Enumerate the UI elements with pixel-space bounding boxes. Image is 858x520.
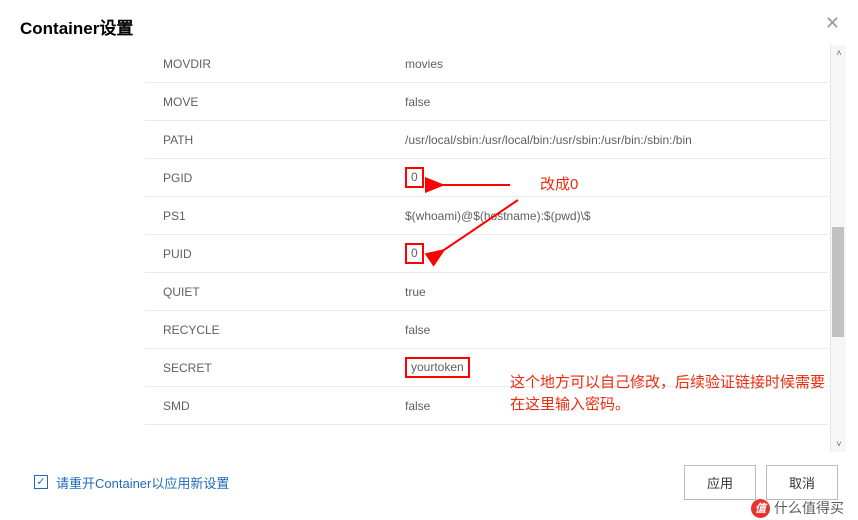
highlighted-value: yourtoken [405, 357, 470, 379]
env-value: $(whoami)@$(hostname):$(pwd)\$ [405, 209, 828, 223]
watermark: 值 什么值得买 [751, 498, 844, 518]
apply-button[interactable]: 应用 [684, 465, 756, 500]
env-value: false [405, 399, 828, 413]
watermark-text: 什么值得买 [774, 498, 844, 518]
env-key: PUID [145, 247, 405, 261]
table-row[interactable]: PGID 0 [145, 159, 828, 197]
env-value: 0 [405, 167, 828, 189]
env-value: /usr/local/sbin:/usr/local/bin:/usr/sbin… [405, 133, 828, 147]
table-row[interactable]: SECRET yourtoken [145, 349, 828, 387]
close-icon[interactable]: ✕ [825, 14, 840, 32]
env-key: PGID [145, 171, 405, 185]
scroll-down-icon[interactable]: ˅ [831, 436, 846, 452]
scrollbar[interactable]: ˄ ˅ [830, 45, 846, 452]
dialog-title: Container设置 [20, 19, 133, 38]
scroll-up-icon[interactable]: ˄ [831, 45, 846, 61]
env-key: SMD [145, 399, 405, 413]
table-row[interactable]: PATH /usr/local/sbin:/usr/local/bin:/usr… [145, 121, 828, 159]
table-row[interactable]: PUID 0 [145, 235, 828, 273]
env-value: yourtoken [405, 357, 828, 379]
dialog-footer: ✓ 请重开Container以应用新设置 应用 取消 [0, 462, 858, 502]
env-var-table: MOVDIR movies MOVE false PATH /usr/local… [145, 45, 828, 425]
env-value: false [405, 323, 828, 337]
checkbox-icon[interactable]: ✓ [34, 475, 48, 489]
env-value: true [405, 285, 828, 299]
highlighted-value: 0 [405, 243, 424, 265]
env-var-panel: MOVDIR movies MOVE false PATH /usr/local… [145, 45, 846, 452]
env-key: MOVDIR [145, 57, 405, 71]
env-key: PS1 [145, 209, 405, 223]
table-row[interactable]: SMD false [145, 387, 828, 425]
table-row[interactable]: QUIET true [145, 273, 828, 311]
env-value: false [405, 95, 828, 109]
cancel-button[interactable]: 取消 [766, 465, 838, 500]
watermark-logo-icon: 值 [751, 499, 770, 518]
env-key: PATH [145, 133, 405, 147]
table-row[interactable]: PS1 $(whoami)@$(hostname):$(pwd)\$ [145, 197, 828, 235]
scrollbar-thumb[interactable] [832, 227, 844, 337]
env-value: movies [405, 57, 828, 71]
table-row[interactable]: MOVDIR movies [145, 45, 828, 83]
env-key: SECRET [145, 361, 405, 375]
env-key: MOVE [145, 95, 405, 109]
env-key: QUIET [145, 285, 405, 299]
table-row[interactable]: MOVE false [145, 83, 828, 121]
restart-checkbox[interactable]: ✓ 请重开Container以应用新设置 [34, 473, 229, 492]
highlighted-value: 0 [405, 167, 424, 189]
env-value: 0 [405, 243, 828, 265]
restart-checkbox-label: 请重开Container以应用新设置 [56, 473, 229, 492]
table-row[interactable]: RECYCLE false [145, 311, 828, 349]
env-key: RECYCLE [145, 323, 405, 337]
